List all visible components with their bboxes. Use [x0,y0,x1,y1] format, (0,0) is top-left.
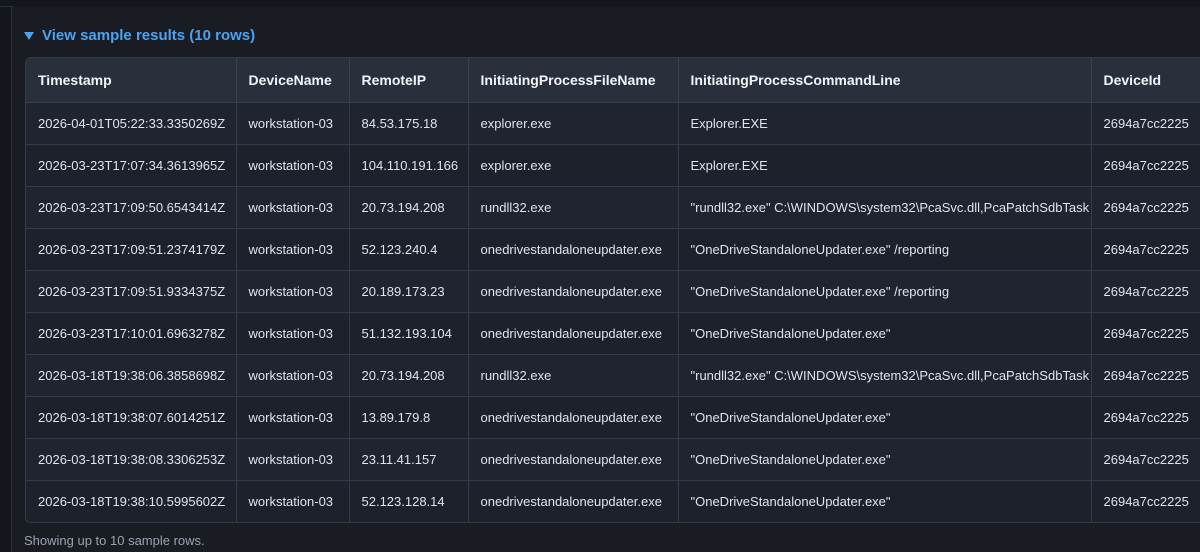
cell-commandline: "OneDriveStandaloneUpdater.exe" /reporti… [678,228,1092,271]
cell-remoteip: 20.73.194.208 [349,354,469,397]
cell-commandline: "OneDriveStandaloneUpdater.exe" [678,312,1092,355]
table-header-row: Timestamp DeviceName RemoteIP Initiating… [26,58,1200,103]
cell-devicename: workstation-03 [236,144,350,187]
cell-deviceid: 2694a7cc2225 [1091,144,1200,187]
toggle-label: View sample results (10 rows) [42,26,256,44]
table-row: 2026-03-23T17:07:34.3613965Z workstation… [26,144,1200,187]
cell-deviceid: 2694a7cc2225 [1091,480,1200,522]
cell-commandline: "rundll32.exe" C:\WINDOWS\system32\PcaSv… [678,186,1092,229]
cell-commandline: "OneDriveStandaloneUpdater.exe" /reporti… [678,270,1092,313]
cell-remoteip: 51.132.193.104 [349,312,469,355]
cell-devicename: workstation-03 [236,270,350,313]
cell-devicename: workstation-03 [236,186,350,229]
column-header-initiatingprocessfilename[interactable]: InitiatingProcessFileName [468,58,679,103]
results-table: Timestamp DeviceName RemoteIP Initiating… [26,58,1200,522]
table-row: 2026-03-18T19:38:08.3306253Z workstation… [26,438,1200,481]
cell-devicename: workstation-03 [236,312,350,355]
cell-commandline: Explorer.EXE [678,144,1092,187]
cell-devicename: workstation-03 [236,396,350,439]
table-row: 2026-03-18T19:38:07.6014251Z workstation… [26,396,1200,439]
column-header-devicename[interactable]: DeviceName [236,58,350,103]
cell-filename: onedrivestandaloneupdater.exe [468,396,679,439]
cell-remoteip: 104.110.191.166 [349,144,469,187]
cell-remoteip: 20.73.194.208 [349,186,469,229]
cell-filename: rundll32.exe [468,354,679,397]
cell-devicename: workstation-03 [236,102,350,145]
cell-filename: onedrivestandaloneupdater.exe [468,312,679,355]
cell-timestamp: 2026-03-23T17:10:01.6963278Z [26,312,237,355]
sample-rows-note: Showing up to 10 sample rows. [24,533,205,548]
cell-commandline: "OneDriveStandaloneUpdater.exe" [678,480,1092,522]
cell-filename: explorer.exe [468,102,679,145]
table-row: 2026-03-23T17:09:51.9334375Z workstation… [26,270,1200,313]
cell-deviceid: 2694a7cc2225 [1091,312,1200,355]
cell-commandline: Explorer.EXE [678,102,1092,145]
cell-remoteip: 20.189.173.23 [349,270,469,313]
column-header-deviceid[interactable]: DeviceId [1091,58,1200,103]
cell-remoteip: 13.89.179.8 [349,396,469,439]
cell-filename: onedrivestandaloneupdater.exe [468,480,679,522]
cell-timestamp: 2026-03-18T19:38:06.3858698Z [26,354,237,397]
cell-timestamp: 2026-04-01T05:22:33.3350269Z [26,102,237,145]
cell-filename: onedrivestandaloneupdater.exe [468,438,679,481]
cell-timestamp: 2026-03-23T17:09:51.2374179Z [26,228,237,271]
cell-deviceid: 2694a7cc2225 [1091,396,1200,439]
cell-commandline: "rundll32.exe" C:\WINDOWS\system32\PcaSv… [678,354,1092,397]
table-row: 2026-03-18T19:38:06.3858698Z workstation… [26,354,1200,397]
cell-deviceid: 2694a7cc2225 [1091,186,1200,229]
table-row: 2026-03-23T17:09:51.2374179Z workstation… [26,228,1200,271]
cell-commandline: "OneDriveStandaloneUpdater.exe" [678,438,1092,481]
column-header-initiatingprocesscommandline[interactable]: InitiatingProcessCommandLine [678,58,1092,103]
cell-timestamp: 2026-03-18T19:38:10.5995602Z [26,480,237,522]
cell-deviceid: 2694a7cc2225 [1091,438,1200,481]
cell-timestamp: 2026-03-18T19:38:08.3306253Z [26,438,237,481]
cell-filename: onedrivestandaloneupdater.exe [468,228,679,271]
cell-deviceid: 2694a7cc2225 [1091,354,1200,397]
view-sample-results-toggle[interactable]: View sample results (10 rows) [24,24,255,46]
cell-devicename: workstation-03 [236,228,350,271]
results-table-container[interactable]: Timestamp DeviceName RemoteIP Initiating… [25,57,1200,523]
table-row: 2026-04-01T05:22:33.3350269Z workstation… [26,102,1200,145]
page: View sample results (10 rows) Timestamp … [0,0,1200,552]
cell-timestamp: 2026-03-23T17:09:51.9334375Z [26,270,237,313]
column-header-remoteip[interactable]: RemoteIP [349,58,469,103]
cell-commandline: "OneDriveStandaloneUpdater.exe" [678,396,1092,439]
cell-filename: rundll32.exe [468,186,679,229]
table-row: 2026-03-23T17:10:01.6963278Z workstation… [26,312,1200,355]
cell-deviceid: 2694a7cc2225 [1091,102,1200,145]
cell-remoteip: 52.123.128.14 [349,480,469,522]
column-header-timestamp[interactable]: Timestamp [26,58,237,103]
cell-devicename: workstation-03 [236,354,350,397]
table-row: 2026-03-23T17:09:50.6543414Z workstation… [26,186,1200,229]
cell-timestamp: 2026-03-23T17:07:34.3613965Z [26,144,237,187]
cell-devicename: workstation-03 [236,480,350,522]
cell-deviceid: 2694a7cc2225 [1091,228,1200,271]
cell-remoteip: 52.123.240.4 [349,228,469,271]
cell-devicename: workstation-03 [236,438,350,481]
cell-filename: explorer.exe [468,144,679,187]
cell-deviceid: 2694a7cc2225 [1091,270,1200,313]
caret-down-icon [24,31,34,40]
cell-timestamp: 2026-03-18T19:38:07.6014251Z [26,396,237,439]
cell-remoteip: 84.53.175.18 [349,102,469,145]
cell-filename: onedrivestandaloneupdater.exe [468,270,679,313]
cell-remoteip: 23.11.41.157 [349,438,469,481]
cell-timestamp: 2026-03-23T17:09:50.6543414Z [26,186,237,229]
table-row: 2026-03-18T19:38:10.5995602Z workstation… [26,480,1200,522]
